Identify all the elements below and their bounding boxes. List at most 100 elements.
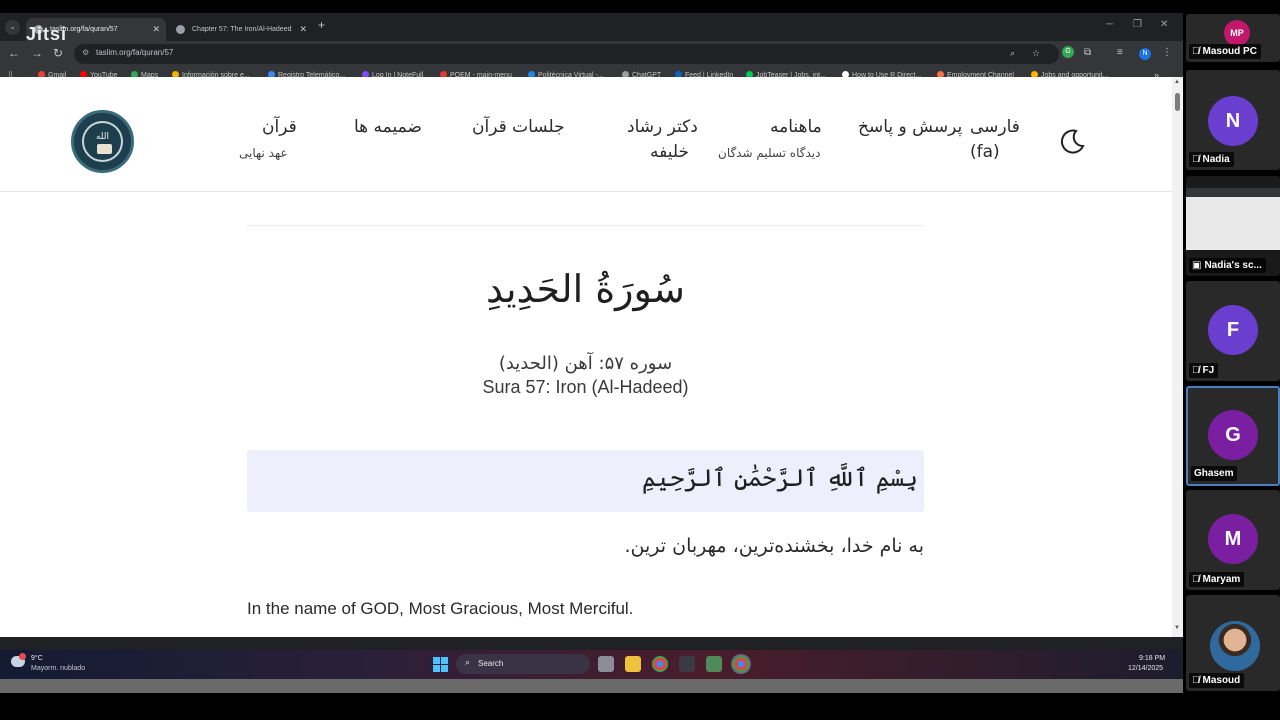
avatar: N: [1208, 96, 1258, 146]
clock-time[interactable]: 9:18 PM: [1139, 655, 1165, 662]
participant-tile[interactable]: MP 🎙̸ Masoud PC: [1186, 14, 1280, 62]
tab-strip: ⌄ taslim.org/fa/quran/57 ✕ Chapter 57: T…: [0, 13, 1183, 41]
weather-description[interactable]: Mayorm. nublado: [31, 665, 85, 672]
name-text: Nadia: [1202, 154, 1230, 165]
search-label: Search: [478, 659, 504, 668]
tab-close-icon[interactable]: ✕: [299, 18, 307, 41]
content-divider: [247, 225, 924, 226]
site-logo[interactable]: الله: [71, 110, 134, 173]
participant-name: 🎙̸ Nadia: [1189, 152, 1234, 167]
mic-muted-icon: 🎙̸: [1192, 154, 1200, 165]
weather-temperature[interactable]: 9°C: [31, 655, 43, 662]
participant-tile-active[interactable]: G Ghasem: [1186, 386, 1280, 486]
url-text[interactable]: taslim.org/fa/quran/57: [96, 48, 173, 57]
logo-text: الله: [95, 132, 110, 142]
nav-quran-sub[interactable]: عهد نهایی: [239, 146, 288, 160]
participant-tile[interactable]: F 🎙̸ FJ: [1186, 281, 1280, 381]
basmala-verse-box[interactable]: بِسْمِ ٱللَّهِ ٱلرَّحْمَٰنِ ٱلرَّحِيمِ: [247, 450, 924, 512]
participant-name: 🎙̸ FJ: [1189, 363, 1219, 378]
tab-favicon-icon: [176, 25, 185, 34]
task-view-icon[interactable]: [598, 656, 614, 672]
app-icon[interactable]: [706, 656, 722, 672]
back-button[interactable]: ←: [8, 46, 20, 60]
taskbar-search[interactable]: ⌕ Search: [456, 654, 590, 674]
name-text: Maryam: [1202, 574, 1241, 585]
verse-translation-persian: به نام خدا، بخشنده‌ترین، مهربان ترین.: [624, 535, 924, 557]
name-text: Masoud PC: [1202, 46, 1257, 57]
participant-name: 🎙̸ Maryam: [1189, 572, 1245, 587]
name-text: FJ: [1202, 365, 1215, 376]
nav-language-code[interactable]: (fa): [970, 142, 1000, 162]
sura-subtitle-persian: سوره ۵۷: آهن (الحدید): [498, 353, 673, 374]
nav-appendices[interactable]: ضمیمه ها: [354, 117, 422, 137]
scroll-up-arrow-icon[interactable]: ▲: [1174, 79, 1180, 85]
nav-quran[interactable]: قرآن: [262, 117, 297, 137]
screen-share-tile[interactable]: ▣ Nadia's sc...: [1186, 176, 1280, 276]
file-explorer-icon[interactable]: [625, 656, 641, 672]
thumbnail-bar: [1186, 188, 1280, 197]
maximize-button[interactable]: ❐: [1133, 19, 1142, 30]
mic-muted-icon: 🎙̸: [1192, 574, 1200, 585]
minimize-button[interactable]: ─: [1106, 19, 1113, 30]
browser-toolbar: ← → ↻ ⚙ taslim.org/fa/quran/57 ⌕ ☆ G ⧉ ≡…: [0, 41, 1183, 67]
verse-translation-english: In the name of GOD, Most Gracious, Most …: [247, 599, 634, 618]
nav-khalifa[interactable]: خلیفه: [650, 142, 689, 162]
mic-muted-icon: 🎙̸: [1192, 46, 1200, 57]
nav-monthly[interactable]: ماهنامه: [770, 117, 822, 137]
name-text: Masoud: [1202, 675, 1241, 686]
participant-tile[interactable]: M 🎙̸ Maryam: [1186, 490, 1280, 590]
basmala-arabic: بِسْمِ ٱللَّهِ ٱلرَّحْمَٰنِ ٱلرَّحِيمِ: [641, 464, 918, 492]
forward-button[interactable]: →: [31, 46, 43, 60]
nav-quran-sessions[interactable]: جلسات قرآن: [472, 117, 565, 137]
participant-name: Ghasem: [1191, 466, 1238, 481]
address-bar[interactable]: ⚙ taslim.org/fa/quran/57 ⌕ ☆: [74, 44, 1059, 64]
profile-icon[interactable]: N: [1139, 48, 1151, 60]
site-info-icon[interactable]: ⚙: [82, 48, 89, 57]
page-scrollbar[interactable]: ▲ ▼: [1172, 77, 1183, 637]
weather-alert-badge: [19, 653, 26, 660]
nav-monthly-sub[interactable]: دیدگاه تسلیم شدگان: [718, 146, 820, 160]
participant-photo: [1210, 621, 1260, 671]
nav-qa[interactable]: پرسش و پاسخ: [858, 117, 962, 137]
new-tab-button[interactable]: +: [318, 18, 325, 32]
app-icon[interactable]: [679, 656, 695, 672]
close-window-button[interactable]: ✕: [1160, 19, 1168, 30]
web-page: الله قرآن عهد نهایی ضمیمه ها جلسات قرآن …: [0, 77, 1172, 637]
scroll-down-arrow-icon[interactable]: ▼: [1174, 625, 1180, 631]
avatar: F: [1208, 305, 1258, 355]
name-text: Nadia's sc...: [1204, 260, 1262, 271]
mic-muted-icon: 🎙̸: [1192, 675, 1200, 686]
participant-name: ▣ Nadia's sc...: [1189, 258, 1266, 273]
mic-muted-icon: 🎙̸: [1192, 365, 1200, 376]
extension-g-icon[interactable]: G: [1062, 46, 1074, 58]
tab-search-button[interactable]: ⌄: [5, 20, 20, 35]
bookmark-star-icon[interactable]: ☆: [1032, 48, 1040, 59]
participant-tile[interactable]: N 🎙̸ Nadia: [1186, 70, 1280, 170]
reload-button[interactable]: ↻: [53, 46, 63, 60]
nav-dr-rashad[interactable]: دکتر رشاد: [627, 117, 698, 137]
avatar: MP: [1224, 20, 1250, 46]
participant-name: 🎙̸ Masoud PC: [1189, 44, 1261, 59]
logo-ring: الله: [82, 121, 123, 162]
start-windows-icon[interactable]: [433, 657, 448, 672]
tab-close-icon[interactable]: ✕: [152, 18, 160, 41]
tab-title: Chapter 57: The Iron/Al-Hadeed: [192, 26, 292, 33]
zoom-icon[interactable]: ⌕: [1010, 48, 1015, 59]
dark-mode-moon-icon[interactable]: [1058, 127, 1086, 155]
nav-language[interactable]: فارسی: [970, 117, 1020, 137]
jitsi-watermark-logo: Jitsi: [26, 24, 68, 44]
chrome-active-icon[interactable]: [733, 656, 749, 672]
participant-filmstrip: MP 🎙̸ Masoud PC N 🎙̸ Nadia ▣ Nadia's sc... …: [1183, 0, 1280, 720]
chrome-icon[interactable]: [652, 656, 668, 672]
menu-icon[interactable]: ⋮: [1162, 47, 1172, 58]
participant-tile[interactable]: 🎙̸ Masoud: [1186, 595, 1280, 691]
media-icon[interactable]: ≡: [1117, 47, 1123, 58]
clock-date[interactable]: 12/14/2025: [1128, 665, 1163, 672]
sura-title-arabic: سُورَةُ الحَدِيدِ: [486, 267, 685, 311]
extensions-icon[interactable]: ⧉: [1084, 47, 1091, 58]
scroll-thumb[interactable]: [1175, 93, 1180, 111]
sura-subtitle-english: Sura 57: Iron (Al-Hadeed): [482, 377, 689, 397]
tab-inactive[interactable]: Chapter 57: The Iron/Al-Hadeed ✕: [168, 18, 313, 41]
site-header: الله قرآن عهد نهایی ضمیمه ها جلسات قرآن …: [0, 77, 1172, 192]
book-icon: [97, 144, 112, 154]
